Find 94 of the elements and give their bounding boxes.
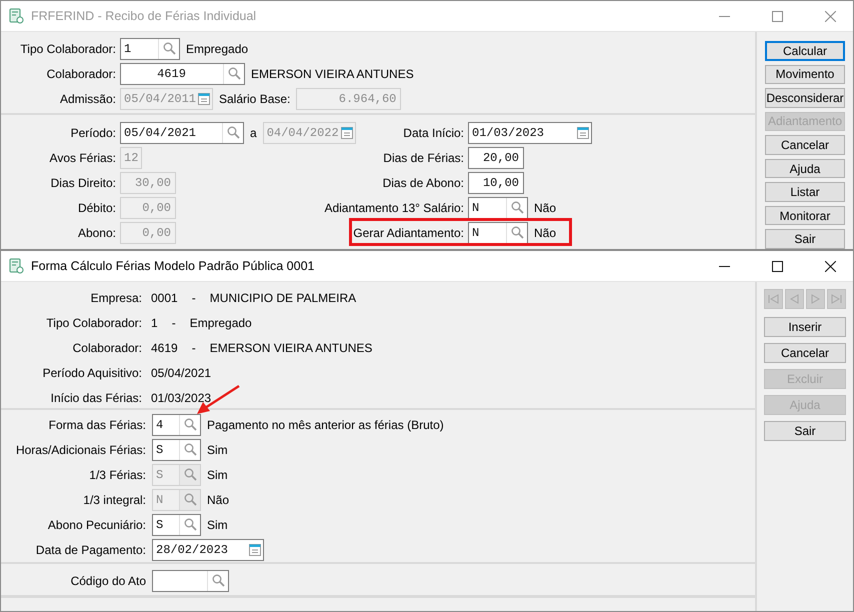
field-text: Pagamento no mês anterior as férias (Bruto) (207, 418, 444, 432)
field-value: - (192, 340, 196, 354)
field-text: Sim (207, 442, 228, 456)
field-text: Não (534, 226, 556, 240)
field-label: Dias Direito: (50, 176, 116, 190)
app-icon (9, 8, 24, 24)
action-button[interactable]: Cancelar (764, 343, 846, 363)
field-text: Não (207, 492, 230, 506)
field-value: MUNICIPIO DE PALMEIRA (210, 290, 356, 304)
field-label: Débito: (78, 200, 116, 214)
calendar-icon[interactable] (577, 126, 589, 138)
input-field[interactable]: 28/02/2023 (152, 538, 264, 560)
field-label: Colaborador: (72, 340, 142, 354)
first-icon (768, 294, 779, 304)
previous-icon (790, 294, 799, 304)
field-label: Tipo Colaborador: (19, 42, 116, 56)
field-label: Empresa: (90, 290, 142, 304)
field-value: 05/04/2021 (151, 366, 212, 380)
close-icon (824, 260, 836, 272)
action-button[interactable]: Calcular (765, 41, 845, 61)
field-label: Colaborador: (46, 66, 116, 80)
field-label: Código do Ato (70, 574, 146, 588)
field-value: - (192, 290, 196, 304)
last-icon (831, 294, 842, 304)
field-label: Avos Férias: (50, 150, 116, 164)
field-text: Sim (207, 518, 228, 532)
app-icon (9, 258, 24, 274)
field-label: Gerar Adiantamento: (353, 226, 464, 240)
field-value: 01/03/2023 (151, 390, 212, 404)
action-button[interactable]: Monitorar (765, 206, 845, 226)
input-field[interactable]: S (152, 514, 201, 536)
search-icon[interactable] (184, 418, 196, 431)
field-value: 1 (151, 316, 158, 330)
action-button[interactable]: Desconsiderar (765, 88, 845, 108)
field-text: EMERSON VIEIRA ANTUNES (251, 66, 414, 80)
field-text: Salário Base: (219, 92, 290, 106)
input-field[interactable]: 01/03/2023 (468, 122, 592, 144)
search-icon[interactable] (212, 574, 224, 587)
close-icon (824, 10, 836, 22)
field-label: Período Aquisitivo: (42, 366, 142, 380)
field-label: Período: (70, 126, 116, 140)
action-button[interactable]: Sair (764, 421, 846, 441)
field-label: Dias de Abono: (382, 176, 464, 190)
field-text: Não (534, 200, 556, 214)
field-text: Empregado (186, 42, 248, 56)
input-field[interactable]: 05/04/2021 (120, 122, 244, 144)
field-value: 0001 (151, 290, 178, 304)
action-button[interactable]: Sair (765, 229, 845, 249)
field-label: 1/3 Férias: (88, 468, 146, 482)
field-label: Adiantamento 13° Salário: (324, 200, 464, 214)
input-field[interactable]: 20,00 (468, 146, 524, 168)
field-value: Empregado (190, 316, 252, 330)
action-button[interactable]: Ajuda (765, 158, 845, 178)
field-label: Início das Férias: (50, 390, 142, 404)
field-label: Abono: (78, 226, 116, 240)
input-field[interactable]: S (152, 438, 201, 460)
field-text: Sim (207, 468, 228, 482)
action-button[interactable]: Cancelar (765, 135, 845, 155)
search-icon[interactable] (226, 126, 240, 139)
search-icon[interactable] (184, 443, 196, 456)
action-button[interactable]: Movimento (765, 64, 845, 84)
input-field[interactable]: 1 (120, 38, 180, 60)
window-title: FRFERIND - Recibo de Férias Individual (31, 9, 258, 23)
field-value: EMERSON VIEIRA ANTUNES (210, 340, 372, 354)
next-icon (811, 294, 820, 304)
search-icon[interactable] (510, 201, 524, 214)
action-button[interactable]: Listar (765, 182, 845, 202)
window-title: Forma Cálculo Férias Modelo Padrão Pública 0001 (31, 259, 316, 273)
input-field[interactable]: 4 (152, 414, 201, 436)
maximize-icon (772, 260, 782, 272)
input-field[interactable]: N (468, 196, 528, 218)
search-icon[interactable] (510, 226, 524, 239)
field-label: 1/3 integral: (82, 492, 146, 506)
search-icon[interactable] (228, 67, 240, 80)
maximize-icon (772, 10, 782, 22)
field-label: Forma das Férias: (48, 418, 146, 432)
input-field[interactable]: 10,00 (468, 172, 524, 194)
field-label: Abono Pecuniário: (46, 518, 146, 532)
field-label: Data Início: (403, 126, 464, 140)
field-value: - (172, 316, 176, 330)
calendar-icon[interactable] (249, 544, 261, 556)
input-field[interactable] (152, 570, 229, 592)
field-label: Data de Pagamento: (34, 542, 146, 556)
input-field[interactable]: 4619 (120, 62, 245, 84)
input-field[interactable]: N (468, 222, 528, 244)
field-value: 4619 (151, 340, 178, 354)
search-icon[interactable] (184, 518, 196, 531)
field-label: Dias de Férias: (383, 150, 464, 164)
action-button[interactable]: Inserir (764, 317, 846, 337)
field-label: Horas/Adicionais Férias: (14, 442, 146, 456)
field-label: Admissão: (58, 92, 116, 106)
field-label: Tipo Colaborador: (45, 316, 142, 330)
field-text: a (250, 126, 257, 140)
search-icon[interactable] (162, 42, 176, 55)
